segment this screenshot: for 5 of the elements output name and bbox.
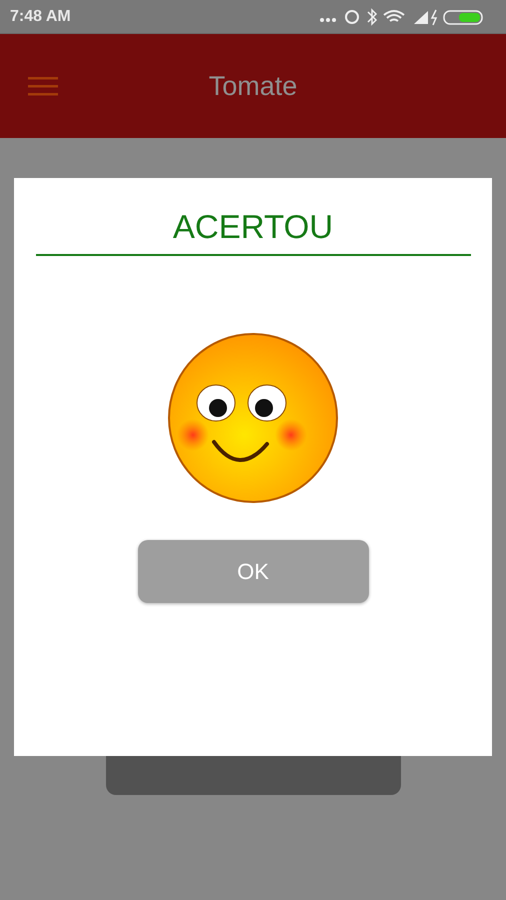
smiley-face-icon: [167, 332, 339, 504]
status-time: 7:48 AM: [10, 8, 71, 26]
dialog-title: ACERTOU: [172, 208, 334, 246]
ok-button[interactable]: OK: [138, 540, 368, 603]
app-title: Tomate: [208, 70, 298, 102]
